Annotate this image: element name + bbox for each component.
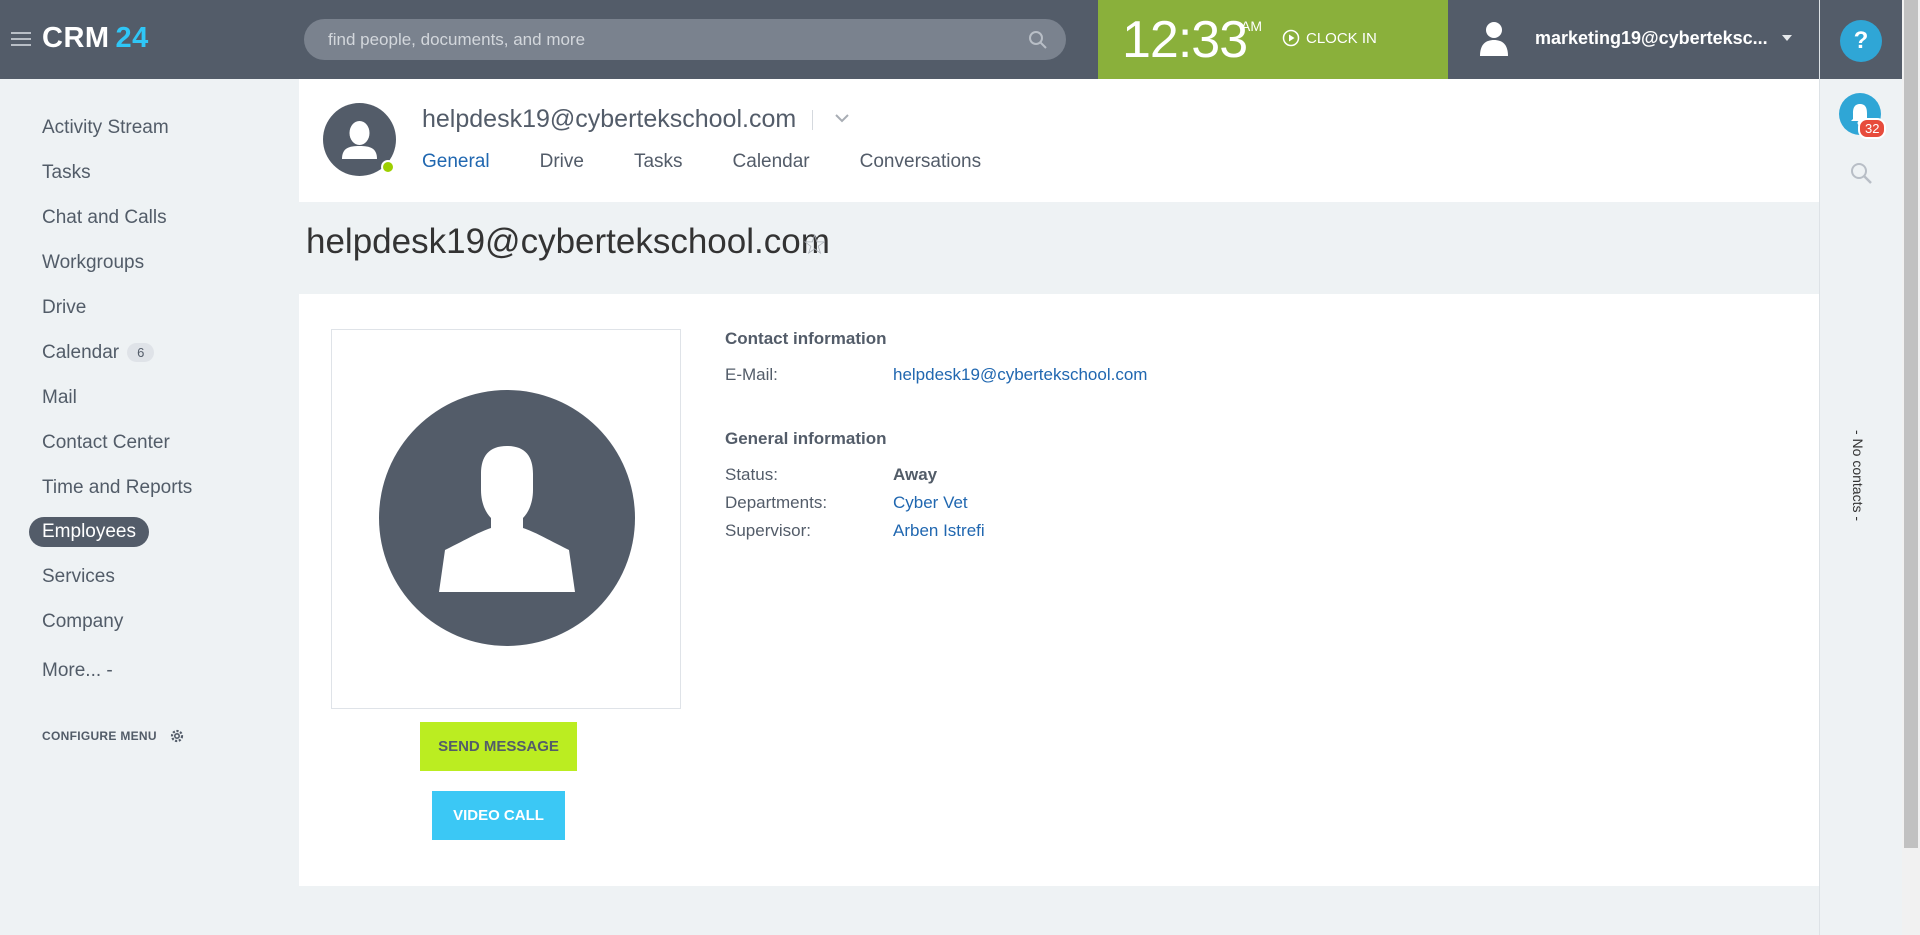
profile-info: Contact information E-Mail: helpdesk19@c… [725,329,1147,545]
departments-label: Departments: [725,493,828,512]
sidebar-item-employees[interactable]: Employees [29,517,149,547]
chevron-down-icon [1782,35,1792,41]
calendar-count-badge: 6 [127,343,155,363]
header-divider [812,110,813,130]
play-icon [1282,29,1300,47]
right-panel: ? 32 - No contacts - [1819,0,1903,935]
sidebar-item-label: Services [42,566,115,587]
page-title: helpdesk19@cybertekschool.com [306,222,830,261]
sidebar-item-services[interactable]: Services [42,566,115,588]
search-contacts-icon[interactable] [1849,161,1873,185]
supervisor-label: Supervisor: [725,521,811,540]
department-link[interactable]: Cyber Vet [893,493,968,513]
clock-time: 12:33 [1122,11,1248,69]
sidebar-item-label: Chat and Calls [42,207,167,228]
email-link[interactable]: helpdesk19@cybertekschool.com [893,365,1147,385]
clock-widget: 12:33 AM CLOCK IN [1098,0,1448,79]
user-name: marketing19@cyberteksc... [1535,28,1768,48]
profile-photo-box [331,329,681,709]
logo-text: CRM [42,22,110,54]
send-message-button[interactable]: SEND MESSAGE [420,722,577,771]
profile-photo [379,390,635,646]
no-contacts-label: - No contacts - [1850,430,1866,522]
sidebar-item-label: Company [42,611,124,632]
sidebar-item-label: Mail [42,387,77,408]
sidebar-item-activity-stream[interactable]: Activity Stream [42,117,169,139]
sidebar-item-label: Employees [42,521,136,542]
sidebar-item-tasks[interactable]: Tasks [42,162,91,184]
profile-header: helpdesk19@cybertekschool.com General Dr… [299,79,1819,202]
sidebar-item-label: Activity Stream [42,117,169,138]
user-menu[interactable]: marketing19@cyberteksc... [1448,0,1819,79]
email-label: E-Mail: [725,365,778,384]
chevron-down-icon[interactable] [835,113,849,123]
search-icon[interactable] [1028,30,1048,50]
clock-in-label: CLOCK IN [1306,29,1377,47]
configure-menu-label: CONFIGURE MENU [42,729,157,743]
supervisor-link[interactable]: Arben Istrefi [893,521,985,541]
top-bar: CRM24 12:33 AM CLOCK IN marketing19@cybe… [0,0,1819,79]
profile-tabs: General Drive Tasks Calendar Conversatio… [422,151,1031,173]
clock-ampm: AM [1241,18,1262,34]
sidebar-item-label: Drive [42,297,87,318]
sidebar-item-label: Time and Reports [42,477,193,498]
departments-row: Departments: Cyber Vet [725,489,1147,517]
general-info-heading: General information [725,429,887,448]
user-avatar-icon [1480,22,1508,56]
status-label: Status: [725,465,778,484]
sidebar-item-calendar[interactable]: Calendar 6 [42,342,155,364]
notifications-count-badge: 32 [1858,118,1887,139]
sidebar-item-chat-and-calls[interactable]: Chat and Calls [42,207,167,229]
sidebar: Activity Stream Tasks Chat and Calls Wor… [0,79,299,935]
logo-number: 24 [115,22,149,54]
sidebar-item-label: Workgroups [42,252,145,273]
sidebar-item-label: More... - [42,660,113,681]
sidebar-item-mail[interactable]: Mail [42,387,77,409]
sidebar-item-label: Contact Center [42,432,170,453]
video-call-button[interactable]: VIDEO CALL [432,791,565,840]
profile-header-title: helpdesk19@cybertekschool.com [422,105,797,133]
search-bar [304,19,1066,60]
contact-info-heading: Contact information [725,329,887,348]
menu-icon[interactable] [11,32,31,47]
sidebar-item-label: Calendar [42,342,120,363]
sidebar-item-workgroups[interactable]: Workgroups [42,252,144,274]
user-silhouette-icon [439,446,575,592]
supervisor-row: Supervisor: Arben Istrefi [725,517,1147,545]
search-input[interactable] [328,19,1008,60]
sidebar-item-more[interactable]: More... - [42,660,113,682]
app-logo[interactable]: CRM 24 [42,22,149,55]
scrollbar-thumb[interactable] [1904,0,1918,848]
sidebar-item-company[interactable]: Company [42,611,123,633]
page-scrollbar[interactable] [1902,0,1920,935]
email-row: E-Mail: helpdesk19@cybertekschool.com [725,361,1147,389]
sidebar-item-drive[interactable]: Drive [42,297,86,319]
help-button[interactable]: ? [1840,20,1882,62]
configure-menu-button[interactable]: CONFIGURE MENU [42,728,185,744]
sidebar-item-time-and-reports[interactable]: Time and Reports [42,477,192,499]
tab-drive[interactable]: Drive [540,151,584,173]
tab-calendar[interactable]: Calendar [733,151,810,173]
favorite-star-icon[interactable]: ☆ [802,228,827,261]
tab-conversations[interactable]: Conversations [860,151,981,173]
status-value: Away [893,465,938,484]
profile-card: SEND MESSAGE VIDEO CALL Contact informat… [299,294,1819,886]
tab-tasks[interactable]: Tasks [634,151,683,173]
sidebar-item-contact-center[interactable]: Contact Center [42,432,170,454]
clock-in-button[interactable]: CLOCK IN [1282,29,1377,47]
online-status-dot [381,160,395,174]
status-row: Status: Away [725,461,1147,489]
sidebar-item-label: Tasks [42,162,91,183]
gear-icon [170,729,183,743]
tab-general[interactable]: General [422,151,490,173]
